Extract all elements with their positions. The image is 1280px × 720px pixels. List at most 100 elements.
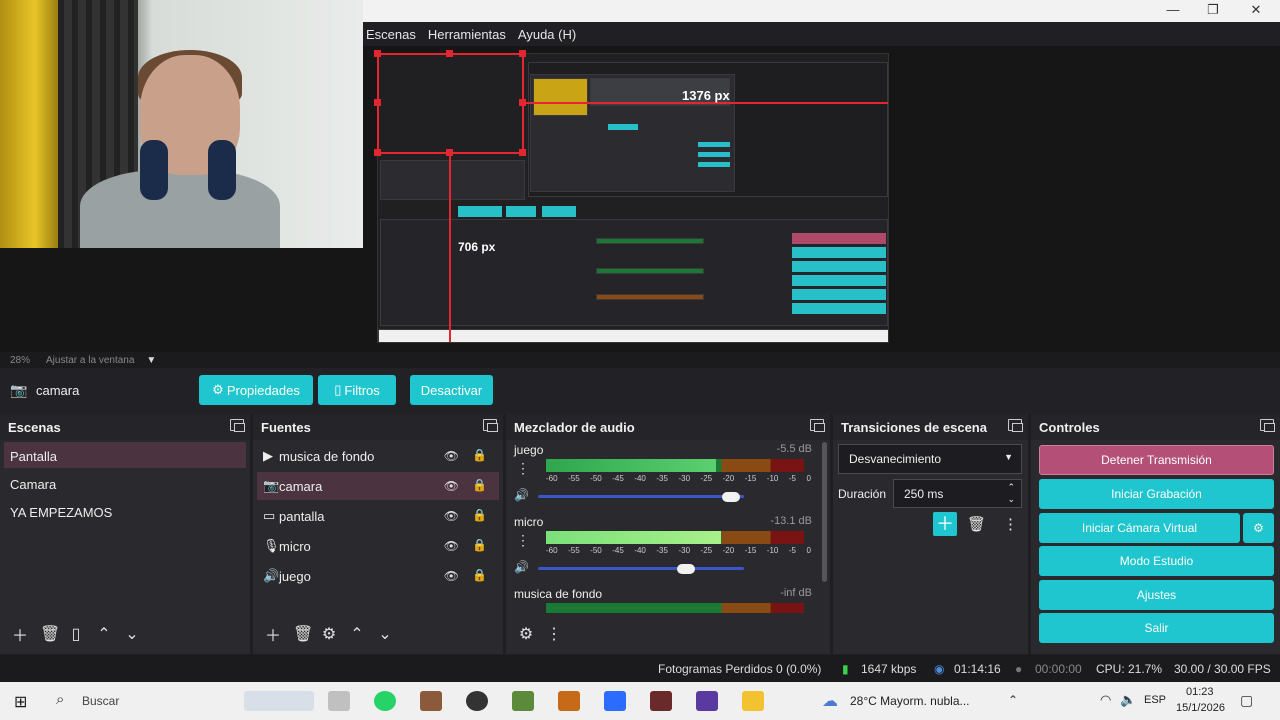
eye-icon[interactable]: 👁 [444,539,459,553]
start-recording-button[interactable]: Iniciar Grabación [1039,479,1274,509]
kebab-icon[interactable]: ⋮ [1003,515,1018,533]
chevron-up-icon[interactable]: ⌃ [96,624,112,644]
resize-handle[interactable] [519,99,526,106]
gear-icon[interactable]: ⚙ [518,624,534,644]
app-icon[interactable] [420,691,442,711]
lock-icon[interactable]: 🔒 [472,478,487,492]
volume-icon[interactable]: 🔈 [1120,692,1136,708]
notification-icon[interactable]: ▢ [1240,692,1253,709]
transition-select[interactable]: Desvanecimiento ▼ [838,444,1022,474]
resize-handle[interactable] [374,149,381,156]
windows-start-icon[interactable]: ⊞ [14,692,27,712]
virtual-camera-settings-button[interactable]: ⚙ [1243,513,1274,543]
settings-button[interactable]: Ajustes [1039,580,1274,610]
resize-handle[interactable] [374,99,381,106]
spin-arrows-icon[interactable]: ⌃ ⌄ [1007,481,1015,505]
duration-spinbox[interactable]: 250 ms ⌃ ⌄ [893,479,1022,508]
trash-icon[interactable]: 🗑 [40,624,60,644]
resize-handle[interactable] [446,50,453,57]
weather-text[interactable]: 28°C Mayorm. nubla... [850,694,970,708]
kebab-icon[interactable]: ⋮ [546,624,562,644]
widget-icon[interactable] [244,691,314,711]
volume-slider[interactable] [538,564,744,574]
add-transition-button[interactable]: ＋ [933,512,957,536]
properties-button[interactable]: ⚙ Propiedades [199,375,313,405]
mixer-scrollbar[interactable] [822,442,827,582]
lock-icon[interactable]: 🔒 [472,568,487,582]
source-item[interactable]: 🎙 micro 👁 🔒 [257,532,499,560]
app-icon[interactable] [696,691,718,711]
resize-handle[interactable] [446,149,453,156]
kebab-icon[interactable]: ⋮ [516,460,530,477]
speaker-icon[interactable]: 🔊 [514,488,529,502]
resize-handle[interactable] [374,50,381,57]
preview-canvas[interactable] [377,53,889,343]
source-item[interactable]: 📷 camara 👁 🔒 [257,472,499,500]
chevron-up-icon[interactable]: ⌃ [349,624,365,644]
lock-icon[interactable]: 🔒 [472,538,487,552]
eye-icon[interactable]: 👁 [444,509,459,523]
studio-mode-button[interactable]: Modo Estudio [1039,546,1274,576]
exit-button[interactable]: Salir [1039,613,1274,643]
trash-icon[interactable]: 🗑 [967,515,986,533]
eye-icon[interactable]: 👁 [444,479,459,493]
undock-icon[interactable] [1008,419,1023,432]
filter-icon[interactable]: ▯ [68,624,84,644]
scene-item[interactable]: Camara [4,470,246,496]
clock-date[interactable]: 15/1/2026 [1176,702,1225,714]
speaker-icon[interactable]: 🔊 [514,560,529,574]
zoom-fit-label[interactable]: Ajustar a la ventana [46,355,134,366]
undock-icon[interactable] [230,419,245,432]
undock-icon[interactable] [1260,419,1275,432]
source-item[interactable]: ▭ pantalla 👁 🔒 [257,502,499,530]
menu-ayuda[interactable]: Ayuda (H) [515,27,585,42]
task-view-icon[interactable] [328,691,350,711]
eye-icon[interactable]: 👁 [444,449,459,463]
scene-item[interactable]: Pantalla [4,442,246,468]
clock-time[interactable]: 01:23 [1186,686,1214,698]
roblox-icon[interactable] [604,691,626,711]
channel-name: musica de fondo [514,587,603,601]
source-item[interactable]: 🔊 juego 👁 🔒 [257,562,499,590]
language-indicator[interactable]: ESP [1144,694,1166,706]
gear-icon[interactable]: ⚙ [321,624,337,644]
network-icon[interactable]: ◠ [1100,692,1111,708]
kebab-icon[interactable]: ⋮ [516,532,530,549]
resize-handle[interactable] [519,50,526,57]
file-explorer-icon[interactable] [742,691,764,711]
start-virtual-camera-button[interactable]: Iniciar Cámara Virtual [1039,513,1240,543]
game-icon[interactable] [558,691,580,711]
chevron-down-icon[interactable]: ⌄ [124,624,140,644]
source-item[interactable]: ▶ musica de fondo 👁 🔒 [257,442,499,470]
add-icon[interactable]: ＋ [12,622,28,646]
game-icon[interactable] [650,691,672,711]
lock-icon[interactable]: 🔒 [472,448,487,462]
stop-streaming-button[interactable]: Detener Transmisión [1039,445,1274,475]
menu-herramientas[interactable]: Herramientas [425,27,515,42]
volume-knob[interactable] [721,492,740,502]
search-icon[interactable]: ⌕ [56,691,64,708]
scene-item[interactable]: YA EMPEZAMOS [4,498,246,524]
undock-icon[interactable] [483,419,498,432]
chevron-down-icon[interactable]: ⌄ [377,624,393,644]
obs-icon[interactable] [466,691,488,711]
deactivate-button[interactable]: Desactivar [410,375,493,405]
menu-escenas[interactable]: Escenas [363,27,425,42]
maximize-button[interactable]: ❐ [1198,2,1228,18]
add-icon[interactable]: ＋ [265,622,281,646]
volume-knob[interactable] [676,564,695,574]
close-button[interactable]: ✕ [1241,2,1271,18]
filters-button[interactable]: ▯ Filtros [318,375,396,405]
trash-icon[interactable]: 🗑 [293,624,313,644]
system-tray-icon[interactable]: ⌃ [1008,693,1018,707]
resize-handle[interactable] [519,149,526,156]
minimize-button[interactable]: — [1158,2,1188,17]
chevron-down-icon[interactable]: ▼ [146,355,156,366]
undock-icon[interactable] [810,419,825,432]
whatsapp-icon[interactable] [374,691,396,711]
minecraft-icon[interactable] [512,691,534,711]
lock-icon[interactable]: 🔒 [472,508,487,522]
volume-slider[interactable] [538,492,744,502]
eye-icon[interactable]: 👁 [444,569,459,583]
taskbar-search[interactable]: Buscar [82,694,119,708]
